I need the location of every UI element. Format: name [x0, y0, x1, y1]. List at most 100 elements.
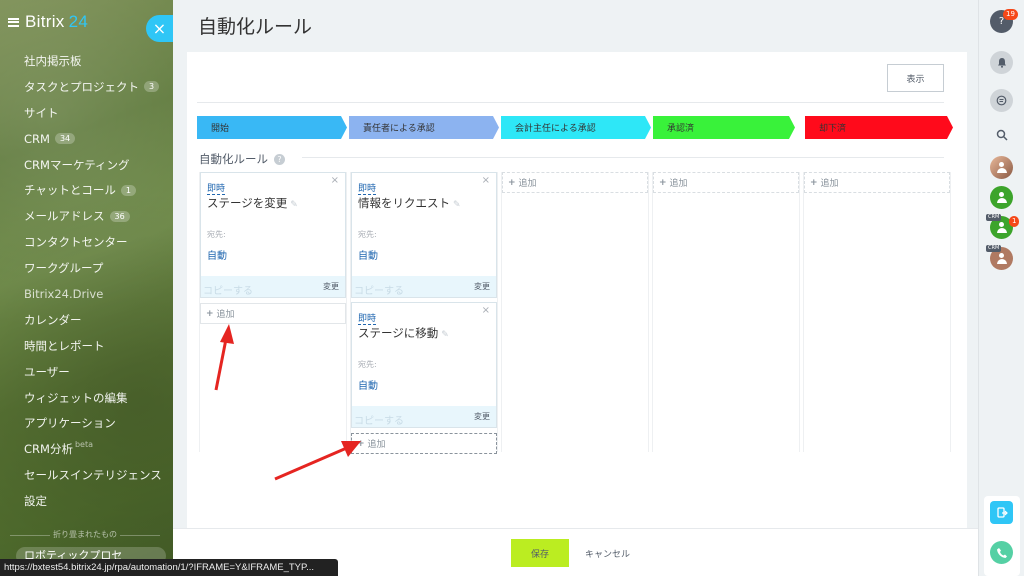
- sidebar-item-label: Bitrix24.Drive: [24, 286, 104, 301]
- counter-badge: 3: [144, 81, 160, 93]
- rule-card[interactable]: × 即時 ステージを変更 ✎ 宛先: 自動 コピーする 変更: [200, 172, 346, 298]
- change-link[interactable]: 変更: [474, 281, 490, 292]
- change-link[interactable]: 変更: [474, 411, 490, 422]
- sidebar-item-feed[interactable]: 社内掲示板: [24, 48, 169, 74]
- sidebar-item-tasks[interactable]: タスクとプロジェクト 3: [24, 74, 169, 100]
- stage-manager-approval[interactable]: 責任者による承認: [349, 116, 499, 139]
- close-icon: ×: [152, 19, 167, 38]
- sidebar-item-calendar[interactable]: カレンダー: [24, 307, 169, 333]
- delete-rule-icon[interactable]: ×: [331, 175, 339, 186]
- user-avatar[interactable]: [990, 186, 1013, 209]
- add-rule-button[interactable]: + 追加: [804, 172, 950, 193]
- delete-rule-icon[interactable]: ×: [482, 175, 490, 186]
- stage-column-rejected: + 追加: [803, 172, 951, 452]
- sidebar-item-crm-analytics[interactable]: CRM分析 beta: [24, 436, 169, 462]
- rule-recipient-label: 宛先:: [358, 230, 377, 239]
- counter-badge: 1: [120, 184, 136, 196]
- rule-name-text: ステージを変更: [207, 196, 288, 210]
- sidebar-item-time-reports[interactable]: 時間とレポート: [24, 333, 169, 359]
- stage-label: 開始: [211, 124, 230, 134]
- rule-recipient-value: 自動: [358, 381, 378, 392]
- sidebar-item-settings[interactable]: 設定: [24, 488, 169, 514]
- sidebar-item-workgroups[interactable]: ワークグループ: [24, 255, 169, 281]
- sidebar-item-crm[interactable]: CRM 34: [24, 126, 169, 152]
- main-area: 自動化ルール 表示 開始 責任者による承認 会計主任による承認 承認済 却下済 …: [173, 0, 978, 576]
- rule-card[interactable]: × 即時 情報をリクエスト ✎ 宛先: 自動 コピーする 変更: [351, 172, 497, 298]
- stage-start[interactable]: 開始: [197, 116, 347, 139]
- logo-name: Bitrix: [25, 12, 65, 31]
- copy-link[interactable]: コピーする: [354, 282, 404, 297]
- close-slider-button[interactable]: ×: [146, 15, 173, 42]
- stage-column-approved: + 追加: [652, 172, 800, 452]
- logo[interactable]: Bitrix 24: [8, 12, 88, 32]
- sidebar-item-mail[interactable]: メールアドレス 36: [24, 203, 169, 229]
- sidebar-item-widgets[interactable]: ウィジェットの編集: [24, 385, 169, 411]
- add-rule-button[interactable]: + 追加: [200, 303, 346, 324]
- sidebar-item-sites[interactable]: サイト: [24, 100, 169, 126]
- notifications-bell-icon[interactable]: [990, 51, 1013, 74]
- rule-card-footer: コピーする 変更: [352, 276, 496, 297]
- search-icon[interactable]: [990, 123, 1013, 146]
- rule-card[interactable]: × 即時 ステージに移動 ✎ 宛先: 自動 コピーする 変更: [351, 302, 497, 428]
- sidebar-item-users[interactable]: ユーザー: [24, 359, 169, 385]
- stage-rejected[interactable]: 却下済: [805, 116, 953, 139]
- stage-approved[interactable]: 承認済: [653, 116, 795, 139]
- left-sidebar: Bitrix 24 社内掲示板 タスクとプロジェクト 3 サイト CRM 34 CRM…: [0, 0, 173, 576]
- folded-items-divider[interactable]: 折り畳まれたもの: [10, 529, 160, 540]
- logo-number: 24: [68, 12, 89, 31]
- crm-tag: CRM: [986, 245, 1002, 252]
- edit-pencil-icon[interactable]: ✎: [441, 330, 449, 340]
- sidebar-item-sales-intelligence[interactable]: セールスインテリジェンス: [24, 462, 169, 488]
- annotation-arrow-up: [214, 324, 234, 391]
- beta-label: beta: [74, 439, 93, 449]
- save-button[interactable]: 保存: [511, 539, 569, 567]
- rule-name-text: ステージに移動: [358, 326, 439, 340]
- rule-timing[interactable]: 即時: [207, 181, 226, 195]
- plus-icon: +: [508, 177, 516, 188]
- counter-badge: 36: [109, 210, 130, 222]
- sidebar-item-drive[interactable]: Bitrix24.Drive: [24, 281, 169, 307]
- rule-timing[interactable]: 即時: [358, 311, 377, 325]
- automation-panel: 表示 開始 責任者による承認 会計主任による承認 承認済 却下済 自動化ルール …: [187, 52, 967, 528]
- plus-icon: +: [810, 177, 818, 188]
- stage-column-accountant-approval: + 追加: [501, 172, 649, 452]
- sidebar-item-label: セールスインテリジェンス: [24, 468, 162, 483]
- add-label: 追加: [216, 310, 235, 320]
- folded-label: 折り畳まれたもの: [53, 530, 117, 539]
- delete-rule-icon[interactable]: ×: [482, 305, 490, 316]
- section-title-text: 自動化ルール: [199, 152, 268, 166]
- sidebar-item-applications[interactable]: アプリケーション: [24, 410, 169, 436]
- edit-pencil-icon[interactable]: ✎: [453, 200, 461, 210]
- add-rule-button[interactable]: + 追加: [502, 172, 648, 193]
- add-rule-button[interactable]: + 追加: [653, 172, 799, 193]
- rule-recipient-label: 宛先:: [207, 230, 226, 239]
- stage-accountant-approval[interactable]: 会計主任による承認: [501, 116, 651, 139]
- chat-bubble-icon[interactable]: [990, 89, 1013, 112]
- sidebar-item-crm-marketing[interactable]: CRMマーケティング: [24, 152, 169, 178]
- edit-pencil-icon[interactable]: ✎: [290, 200, 298, 210]
- sidebar-item-label: コンタクトセンター: [24, 235, 128, 250]
- cancel-button[interactable]: キャンセル: [585, 539, 630, 567]
- group-chat-avatar[interactable]: [990, 156, 1013, 179]
- rule-timing[interactable]: 即時: [358, 181, 377, 195]
- change-link[interactable]: 変更: [323, 281, 339, 292]
- sidebar-item-chat[interactable]: チャットとコール 1: [24, 177, 169, 203]
- rule-card-footer: コピーする 変更: [352, 406, 496, 427]
- rule-name-text: 情報をリクエスト: [358, 196, 450, 210]
- section-title: 自動化ルール ?: [199, 151, 285, 167]
- menu-icon[interactable]: [8, 17, 19, 27]
- add-rule-button[interactable]: + 追加: [351, 433, 497, 454]
- transfer-icon[interactable]: [990, 501, 1013, 524]
- copy-link[interactable]: コピーする: [354, 412, 404, 427]
- phone-icon[interactable]: [990, 541, 1013, 564]
- sidebar-item-label: メールアドレス: [24, 209, 105, 224]
- view-button[interactable]: 表示: [887, 64, 944, 92]
- copy-link[interactable]: コピーする: [203, 282, 253, 297]
- help-icon[interactable]: ?: [274, 153, 285, 165]
- divider: [197, 102, 944, 103]
- stage-label: 責任者による承認: [363, 124, 435, 134]
- counter-badge: 34: [54, 133, 76, 145]
- sidebar-item-label: ユーザー: [24, 364, 70, 379]
- sidebar-item-contact-center[interactable]: コンタクトセンター: [24, 229, 169, 255]
- crm-tag: CRM: [986, 214, 1002, 221]
